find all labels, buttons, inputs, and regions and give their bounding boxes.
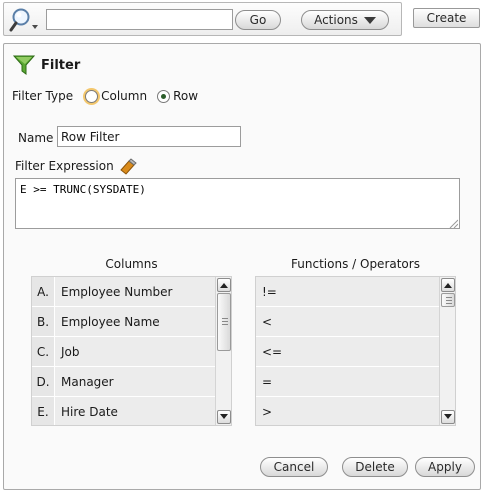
filter-expression-label: Filter Expression xyxy=(15,159,114,173)
name-input[interactable] xyxy=(57,126,241,147)
column-row[interactable]: D. Manager xyxy=(32,367,215,397)
cancel-label: Cancel xyxy=(273,460,315,474)
operator-label: > xyxy=(256,397,439,425)
radio-column-label[interactable]: Column xyxy=(101,89,147,103)
column-letter: B. xyxy=(32,307,55,336)
filter-expression-textarea[interactable]: E >= TRUNC(SYSDATE) xyxy=(15,178,460,229)
delete-button[interactable]: Delete xyxy=(342,457,408,477)
functions-list-body: != < <= = > xyxy=(256,277,439,425)
operator-row[interactable]: = xyxy=(256,367,439,397)
operator-label: != xyxy=(256,277,439,306)
dialog-header: Filter xyxy=(13,54,80,76)
filter-expression-label-row: Filter Expression xyxy=(15,157,138,175)
scroll-up-icon[interactable] xyxy=(441,278,455,292)
report-toolbar: Go Actions xyxy=(3,2,402,36)
column-name: Manager xyxy=(55,367,215,396)
columns-scroll-thumb[interactable] xyxy=(217,293,231,351)
operator-label: < xyxy=(256,307,439,336)
funnel-icon xyxy=(13,55,35,75)
resize-grip-icon[interactable] xyxy=(448,218,458,228)
operator-label: <= xyxy=(256,337,439,366)
eraser-icon[interactable] xyxy=(118,157,138,175)
column-name: Job xyxy=(55,337,215,366)
radio-row-label[interactable]: Row xyxy=(173,89,198,103)
operator-row[interactable]: <= xyxy=(256,337,439,367)
column-row[interactable]: E. Hire Date xyxy=(32,397,215,425)
columns-header: Columns xyxy=(105,257,158,271)
column-letter: C. xyxy=(32,337,55,366)
columns-list: A. Employee Number B. Employee Name C. J… xyxy=(31,276,232,426)
column-letter: D. xyxy=(32,367,55,396)
apply-button[interactable]: Apply xyxy=(415,457,475,477)
columns-list-body: A. Employee Number B. Employee Name C. J… xyxy=(32,277,215,425)
cancel-button[interactable]: Cancel xyxy=(260,457,328,477)
operator-row[interactable]: < xyxy=(256,307,439,337)
column-row[interactable]: B. Employee Name xyxy=(32,307,215,337)
filter-dialog: Filter Filter Type Column Row Name Filte… xyxy=(3,43,481,490)
create-button[interactable]: Create xyxy=(413,8,480,28)
go-button[interactable]: Go xyxy=(235,10,281,30)
search-icon[interactable] xyxy=(8,6,40,34)
column-row[interactable]: A. Employee Number xyxy=(32,277,215,307)
go-label: Go xyxy=(249,13,267,27)
columns-scrollbar[interactable] xyxy=(215,277,231,425)
operator-label: = xyxy=(256,367,439,396)
dialog-title: Filter xyxy=(41,57,81,73)
functions-scroll-thumb[interactable] xyxy=(441,293,455,307)
filter-type-label: Filter Type xyxy=(12,89,74,103)
actions-menu-button[interactable]: Actions xyxy=(301,10,389,30)
apply-label: Apply xyxy=(428,460,462,474)
create-label: Create xyxy=(426,11,467,25)
functions-scrollbar[interactable] xyxy=(439,277,455,425)
functions-header: Functions / Operators xyxy=(291,257,420,271)
column-name: Employee Number xyxy=(55,277,215,306)
column-letter: A. xyxy=(32,277,55,306)
chevron-down-icon xyxy=(363,16,376,24)
radio-column[interactable] xyxy=(85,89,99,103)
scroll-up-icon[interactable] xyxy=(217,278,231,292)
functions-list: != < <= = > xyxy=(255,276,456,426)
name-label: Name xyxy=(18,131,54,145)
search-input[interactable] xyxy=(46,9,233,30)
operator-row[interactable]: != xyxy=(256,277,439,307)
column-name: Hire Date xyxy=(55,397,215,425)
scroll-down-icon[interactable] xyxy=(441,410,455,424)
operator-row[interactable]: > xyxy=(256,397,439,425)
column-row[interactable]: C. Job xyxy=(32,337,215,367)
column-letter: E. xyxy=(32,397,55,425)
column-name: Employee Name xyxy=(55,307,215,336)
delete-label: Delete xyxy=(355,460,395,474)
radio-row[interactable] xyxy=(157,89,171,103)
actions-label: Actions xyxy=(314,13,358,27)
filter-type-row: Filter Type Column Row xyxy=(12,89,208,103)
scroll-down-icon[interactable] xyxy=(217,410,231,424)
